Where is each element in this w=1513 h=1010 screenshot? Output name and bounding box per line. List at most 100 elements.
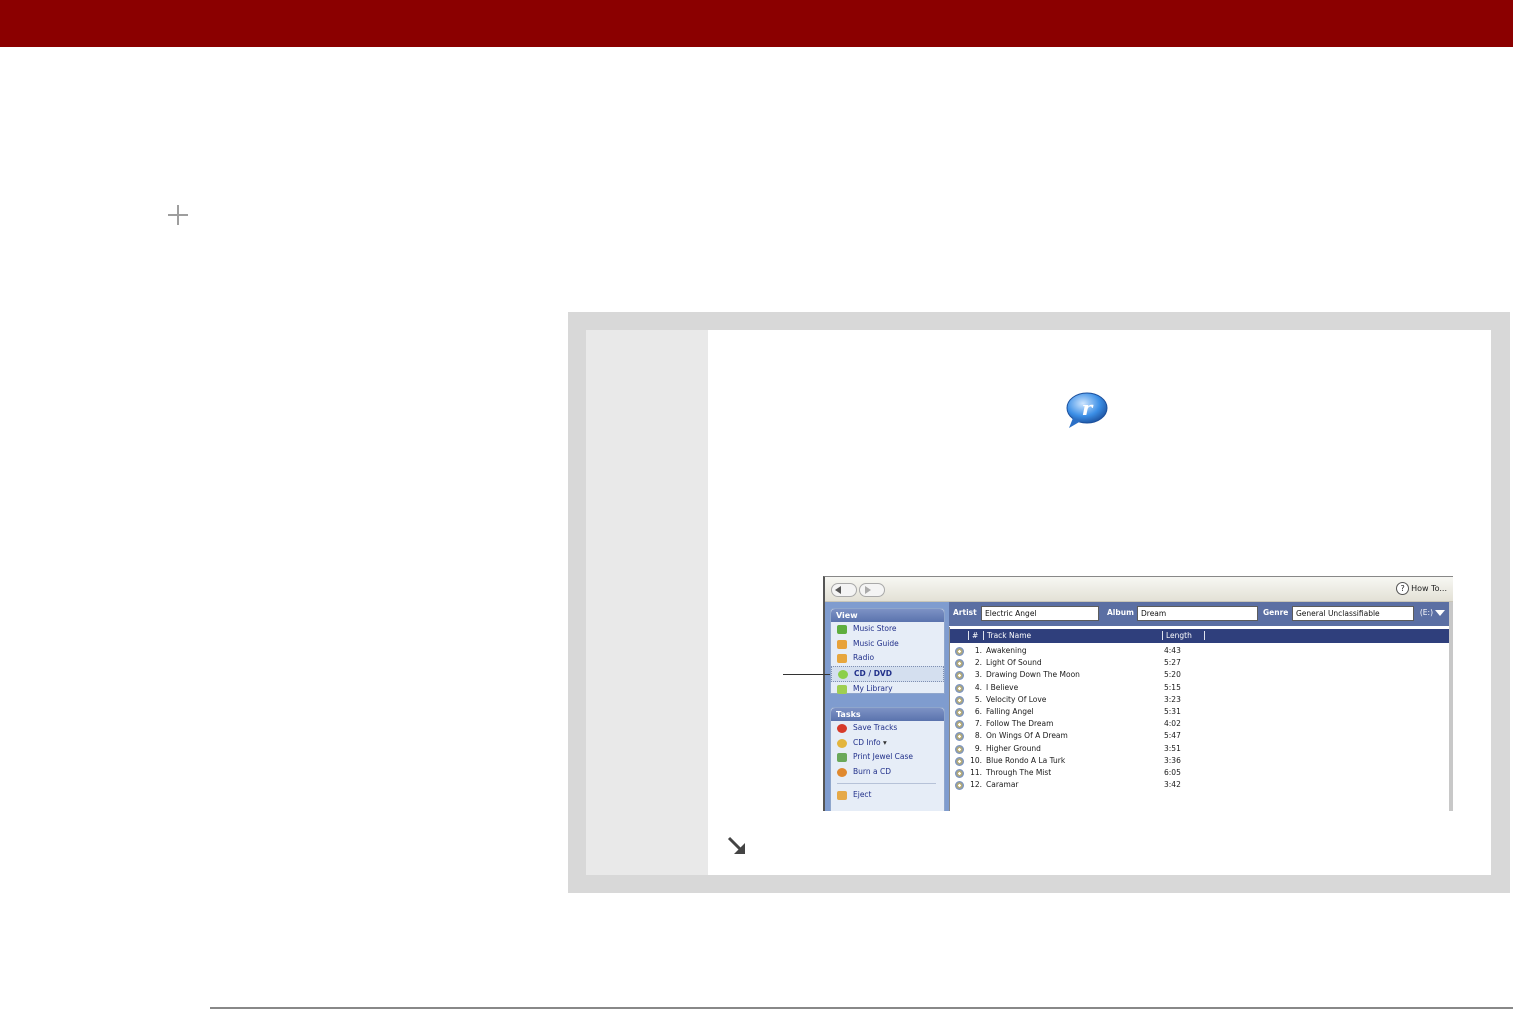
track-length: 3:36: [1164, 755, 1181, 765]
cd-track-icon: [955, 647, 964, 656]
cd-track-icon: [955, 671, 964, 681]
track-length: 6:05: [1164, 768, 1181, 777]
album-field[interactable]: Dream: [1137, 606, 1258, 621]
sidebar-item-radio[interactable]: Radio: [831, 651, 944, 666]
table-row[interactable]: 7. Follow The Dream 4:02: [950, 718, 1450, 730]
track-length: 4:43: [1164, 646, 1181, 655]
task-eject[interactable]: Eject: [831, 788, 944, 803]
how-to-button[interactable]: ? How To...: [1396, 582, 1447, 596]
dropdown-icon: [1435, 610, 1445, 616]
drive-selector[interactable]: (E:): [1420, 608, 1445, 617]
burn-icon: [837, 767, 847, 777]
scrollbar[interactable]: [1449, 602, 1453, 811]
header-bar: [0, 0, 1513, 47]
table-row[interactable]: 4. I Believe 5:15: [950, 682, 1450, 694]
track-number: 9.: [974, 743, 982, 753]
sidebar-item-my-library[interactable]: My Library: [831, 682, 944, 697]
realplayer-logo-icon: r: [1066, 392, 1108, 428]
cd-track-icon: [955, 769, 964, 778]
track-name: Velocity Of Love: [986, 694, 1047, 704]
column-track-name[interactable]: Track Name: [983, 631, 1031, 640]
table-row[interactable]: 12. Caramar 3:42: [950, 779, 1450, 791]
panel-left-column: [586, 330, 708, 875]
track-length: 5:31: [1164, 707, 1181, 716]
track-number: 10.: [970, 755, 982, 765]
track-length: 5:15: [1164, 682, 1181, 692]
library-icon: [837, 685, 847, 694]
record-icon: [837, 724, 847, 733]
sidebar-item-music-guide[interactable]: Music Guide: [831, 637, 944, 652]
track-name: Follow The Dream: [986, 719, 1054, 729]
help-icon: ?: [1396, 582, 1410, 595]
table-row[interactable]: 10. Blue Rondo A La Turk 3:36: [950, 755, 1450, 767]
forward-button[interactable]: [859, 583, 885, 597]
track-name: On Wings Of A Dream: [986, 731, 1068, 741]
callout-line: [783, 674, 830, 675]
table-row[interactable]: 1. Awakening 4:43: [950, 645, 1450, 657]
track-number: 7.: [974, 719, 982, 729]
eject-icon: [837, 791, 847, 800]
cd-track-icon: [955, 708, 964, 717]
info-icon: [837, 738, 847, 748]
track-name: Through The Mist: [986, 768, 1052, 777]
table-row[interactable]: 9. Higher Ground 3:51: [950, 743, 1450, 755]
track-length: 5:47: [1164, 731, 1181, 741]
genre-field[interactable]: General Unclassifiable: [1292, 606, 1414, 621]
cd-track-icon: [955, 683, 964, 693]
table-row[interactable]: 11. Through The Mist 6:05: [950, 767, 1450, 779]
view-group: View Music Store Music Guide Radio CD / …: [830, 608, 945, 694]
track-name: Caramar: [986, 780, 1019, 790]
artist-label: Artist: [953, 608, 977, 617]
genre-label: Genre: [1263, 608, 1289, 617]
back-button[interactable]: [831, 583, 857, 597]
music-note-icon: [837, 639, 847, 649]
cd-icon: [838, 669, 848, 679]
track-number: 5.: [974, 694, 982, 704]
track-length: 4:02: [1164, 719, 1181, 729]
footer-rule: [210, 1007, 1513, 1009]
tasks-heading: Tasks: [831, 708, 944, 721]
track-number: 8.: [974, 731, 982, 741]
cd-track-icon: [955, 732, 964, 742]
arrow-down-right-icon[interactable]: [726, 835, 748, 857]
cd-track-icon: [955, 756, 964, 766]
task-cd-info[interactable]: CD Info ▾: [831, 736, 944, 751]
cd-player-screenshot: ? How To... View Music Store Music Guide …: [823, 576, 1453, 811]
cd-track-icon: [955, 744, 964, 754]
plus-icon[interactable]: [166, 203, 190, 227]
column-length[interactable]: Length: [1162, 631, 1205, 640]
track-name: I Believe: [986, 682, 1019, 692]
cd-track-icon: [955, 781, 964, 791]
track-name: Higher Ground: [986, 743, 1041, 753]
track-number: 12.: [970, 780, 982, 790]
task-burn-cd[interactable]: Burn a CD: [831, 765, 944, 780]
svg-text:r: r: [1082, 396, 1094, 420]
sidebar-item-music-store[interactable]: Music Store: [831, 622, 944, 637]
track-length: 3:42: [1164, 780, 1181, 790]
track-name: Blue Rondo A La Turk: [986, 755, 1066, 765]
cd-track-icon: [955, 659, 964, 669]
tasks-separator: [837, 783, 936, 784]
task-save-tracks[interactable]: Save Tracks: [831, 721, 944, 736]
table-row[interactable]: 3. Drawing Down The Moon 5:20: [950, 669, 1450, 681]
table-row[interactable]: 8. On Wings Of A Dream 5:47: [950, 730, 1450, 742]
sidebar-item-cd-dvd[interactable]: CD / DVD: [831, 665, 944, 682]
track-number: 2.: [974, 658, 982, 668]
track-name: Drawing Down The Moon: [986, 670, 1080, 680]
track-length: 3:51: [1164, 743, 1181, 753]
table-row[interactable]: 2. Light Of Sound 5:27: [950, 657, 1450, 669]
track-list: # Track Name Length 1. Awakening 4:43 2. Lig…: [949, 627, 1450, 811]
track-number: 4.: [974, 682, 982, 692]
track-name: Light Of Sound: [986, 658, 1042, 668]
track-number: 1.: [974, 646, 982, 655]
track-length: 3:23: [1164, 694, 1181, 704]
track-length: 5:20: [1164, 670, 1181, 680]
table-row[interactable]: 6. Falling Angel 5:31: [950, 706, 1450, 718]
task-print-jewel-case[interactable]: Print Jewel Case: [831, 750, 944, 765]
cd-track-icon: [955, 695, 964, 705]
artist-field[interactable]: Electric Angel: [981, 606, 1099, 621]
track-name: Awakening: [986, 646, 1027, 655]
column-number[interactable]: #: [968, 631, 978, 640]
table-row[interactable]: 5. Velocity Of Love 3:23: [950, 694, 1450, 706]
track-number: 11.: [970, 768, 982, 777]
